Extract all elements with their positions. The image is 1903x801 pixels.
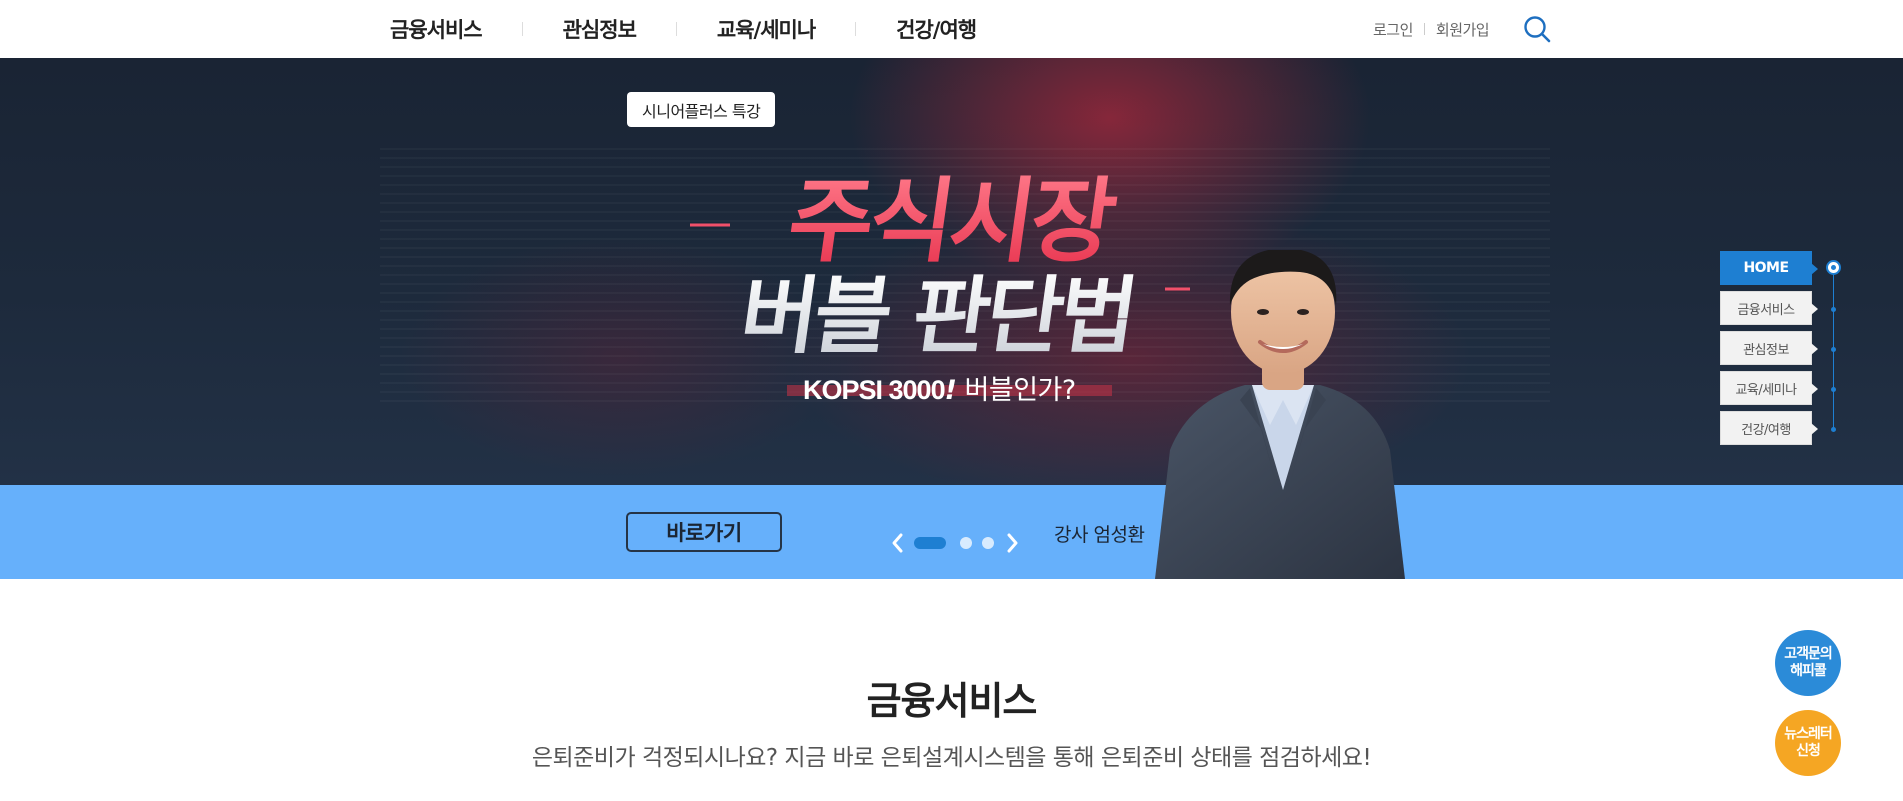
nav-divider xyxy=(675,22,677,36)
nav-item-financial-services[interactable]: 금융서비스 xyxy=(390,14,483,44)
nav-item-health-travel[interactable]: 건강/여행 xyxy=(896,14,977,44)
site-header: 금융서비스 관심정보 교육/세미나 건강/여행 로그인 회원가입 xyxy=(0,0,1903,58)
nav-item-education-seminar[interactable]: 교육/세미나 xyxy=(717,14,816,44)
quick-nav-home[interactable]: HOME xyxy=(1720,251,1818,285)
newsletter-signup-button[interactable]: 뉴스레터 신청 xyxy=(1775,710,1841,776)
quick-nav-health-travel[interactable]: 건강/여행 xyxy=(1720,411,1818,445)
chevron-right-icon[interactable] xyxy=(1004,532,1020,554)
subtitle-mark: ! xyxy=(944,375,957,406)
chevron-left-icon[interactable] xyxy=(890,532,906,554)
customer-happycall-button[interactable]: 고객문의 해피콜 xyxy=(1775,630,1841,696)
quick-nav-dot xyxy=(1831,387,1836,392)
slide-dot-2[interactable] xyxy=(960,537,972,549)
lecture-tag: 시니어플러스 특강 xyxy=(627,92,776,127)
quick-nav-education-seminar[interactable]: 교육/세미나 xyxy=(1720,371,1818,405)
utility-links: 로그인 회원가입 xyxy=(1373,0,1490,58)
newsletter-label-line2: 신청 xyxy=(1796,743,1821,759)
main-nav: 금융서비스 관심정보 교육/세미나 건강/여행 xyxy=(390,0,977,58)
section-description: 은퇴준비가 걱정되시나요? 지금 바로 은퇴설계시스템을 통해 은퇴준비 상태를… xyxy=(531,745,1372,771)
signup-link[interactable]: 회원가입 xyxy=(1436,19,1490,40)
quick-nav-interest-info[interactable]: 관심정보 xyxy=(1720,331,1818,365)
happycall-label-line2: 해피콜 xyxy=(1790,663,1827,679)
lecturer-photo xyxy=(1155,250,1405,579)
util-divider xyxy=(1423,23,1425,35)
hero-title-line1: 주식시장 xyxy=(782,167,1123,274)
hero-title-line2: 버블 판단법 xyxy=(734,267,1139,365)
slide-pager xyxy=(890,532,1020,554)
happycall-label-line1: 고객문의 xyxy=(1784,645,1833,662)
search-icon[interactable] xyxy=(1522,14,1552,44)
nav-item-interest-info[interactable]: 관심정보 xyxy=(563,14,637,44)
quick-nav-dot xyxy=(1831,307,1836,312)
go-button[interactable]: 바로가기 xyxy=(626,512,782,552)
lecturer-name: 강사 엄성환 xyxy=(1054,524,1145,546)
newsletter-label-line1: 뉴스레터 xyxy=(1784,725,1833,742)
nav-divider xyxy=(521,22,523,36)
subtitle-bold: KOPSI 3000 xyxy=(803,375,946,405)
quick-nav-active-marker xyxy=(1826,260,1841,275)
nav-divider xyxy=(855,22,857,36)
hero-subtitle: KOPSI 3000! 버블인가? xyxy=(803,368,1076,407)
subtitle-rest: 버블인가? xyxy=(964,375,1077,406)
quick-nav-dot xyxy=(1831,427,1836,432)
quick-nav-financial-services[interactable]: 금융서비스 xyxy=(1720,291,1818,325)
hero-banner[interactable]: 시니어플러스 특강 주식시장 버블 판단법 KOPSI 3000! 버블인가? xyxy=(0,58,1903,485)
quick-nav-dot xyxy=(1831,347,1836,352)
login-link[interactable]: 로그인 xyxy=(1373,19,1413,40)
slide-dot-1[interactable] xyxy=(914,537,946,549)
section-title: 금융서비스 xyxy=(866,679,1038,723)
slide-dot-3[interactable] xyxy=(982,537,994,549)
